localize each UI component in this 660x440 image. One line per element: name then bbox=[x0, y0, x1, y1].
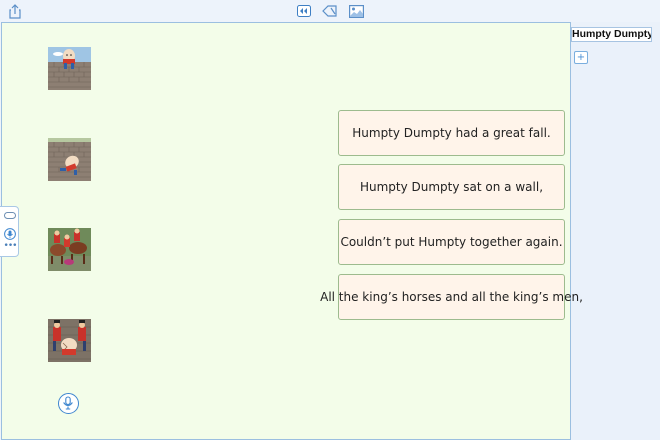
top-toolbar bbox=[0, 0, 660, 22]
image-icon[interactable] bbox=[348, 3, 364, 19]
microphone-tool-icon[interactable] bbox=[4, 225, 16, 240]
picture-humpty-on-wall[interactable] bbox=[48, 47, 91, 90]
more-options-icon[interactable]: ••• bbox=[3, 242, 18, 251]
text-card[interactable]: Humpty Dumpty sat on a wall, bbox=[338, 164, 565, 210]
picture-kings-men[interactable] bbox=[48, 319, 91, 362]
text-card[interactable]: Couldn’t put Humpty together again. bbox=[338, 219, 565, 265]
document-title[interactable]: Humpty Dumpty bbox=[571, 27, 652, 42]
text-box-tool-icon[interactable] bbox=[4, 212, 16, 219]
picture-kings-horses[interactable] bbox=[48, 228, 91, 271]
text-card[interactable]: All the king’s horses and all the king’s… bbox=[320, 274, 583, 320]
text-card[interactable]: Humpty Dumpty had a great fall. bbox=[338, 110, 565, 156]
picture-humpty-falling[interactable] bbox=[48, 138, 91, 181]
left-toolbox: ••• bbox=[0, 206, 19, 257]
add-page-button[interactable]: + bbox=[574, 51, 588, 64]
microphone-icon bbox=[63, 396, 73, 410]
record-audio-button[interactable] bbox=[58, 393, 79, 414]
pages-panel bbox=[571, 22, 660, 440]
shape-icon[interactable] bbox=[322, 3, 338, 19]
view-mode-icon[interactable] bbox=[296, 3, 312, 19]
share-icon[interactable] bbox=[7, 3, 23, 19]
